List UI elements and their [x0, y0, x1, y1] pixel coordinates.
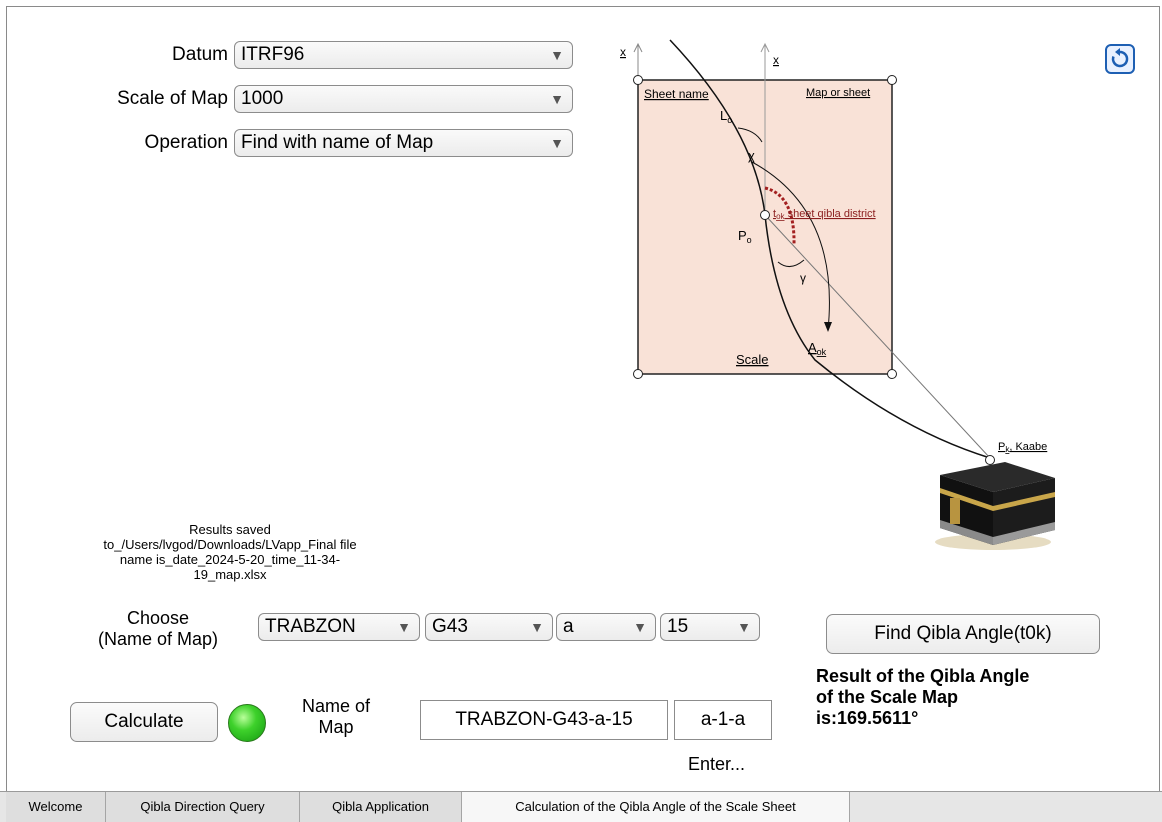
- pk-label: Pk, Kaabe: [998, 441, 1047, 454]
- chevron-down-icon: ▼: [550, 47, 564, 63]
- chevron-down-icon: ▼: [550, 135, 564, 151]
- choose-label: Choose (Name of Map): [97, 608, 219, 649]
- number-value: 15: [667, 616, 689, 637]
- refresh-icon: [1111, 48, 1129, 68]
- operation-select[interactable]: Find with name of Map ▼: [234, 129, 573, 157]
- tab-qibla-direction-query[interactable]: Qibla Direction Query: [106, 792, 300, 822]
- corner-marker: [633, 75, 643, 85]
- chevron-down-icon: ▼: [397, 619, 411, 635]
- chevron-down-icon: ▼: [633, 619, 647, 635]
- tab-calculation-scale-sheet[interactable]: Calculation of the Qibla Angle of the Sc…: [462, 792, 850, 822]
- operation-label: Operation: [144, 132, 228, 153]
- gamma-label: γ: [800, 271, 806, 285]
- city-value: TRABZON: [265, 616, 356, 637]
- scale-select[interactable]: 1000 ▼: [234, 85, 573, 113]
- pk-point: [985, 455, 995, 465]
- datum-label: Datum: [172, 44, 228, 65]
- tab-bar: Welcome Qibla Direction Query Qibla Appl…: [0, 791, 1162, 822]
- calculate-button[interactable]: Calculate: [70, 702, 218, 742]
- corner-marker: [887, 75, 897, 85]
- code-select[interactable]: G43 ▼: [425, 613, 553, 641]
- chi-label: χ: [748, 148, 755, 163]
- x-axis-left-label: x: [620, 45, 626, 59]
- results-saved-text: Results saved to_/Users/lvgod/Downloads/…: [103, 522, 357, 582]
- qibla-diagram: x x Sheet name Map or sheet Lo χ tok she…: [620, 39, 1055, 550]
- datum-select[interactable]: ITRF96 ▼: [234, 41, 573, 69]
- sheet-name-label: Sheet name: [644, 87, 709, 101]
- kaaba-image: [935, 462, 1055, 550]
- letter-select[interactable]: a ▼: [556, 613, 656, 641]
- enter-hint: Enter...: [688, 754, 746, 774]
- x-axis-right-label: x: [773, 53, 779, 67]
- number-select[interactable]: 15 ▼: [660, 613, 760, 641]
- tab-welcome[interactable]: Welcome: [6, 792, 106, 822]
- refresh-button[interactable]: [1105, 44, 1135, 74]
- result-text: Result of the Qibla Angle of the Scale M…: [816, 666, 1030, 728]
- status-led-indicator: [228, 704, 266, 742]
- tok-label: tok sheet qibla district: [773, 208, 876, 221]
- tab-qibla-application[interactable]: Qibla Application: [300, 792, 462, 822]
- letter-value: a: [563, 616, 574, 637]
- code-value: G43: [432, 616, 468, 637]
- map-or-sheet-label: Map or sheet: [806, 87, 870, 99]
- scale-label: Scale of Map: [117, 88, 228, 109]
- chevron-down-icon: ▼: [737, 619, 751, 635]
- scale-value: 1000: [241, 88, 284, 109]
- chevron-down-icon: ▼: [550, 91, 564, 107]
- operation-value: Find with name of Map: [241, 132, 434, 153]
- chevron-down-icon: ▼: [530, 619, 544, 635]
- scale-label-diagram: Scale: [736, 352, 769, 367]
- corner-marker: [887, 369, 897, 379]
- corner-marker: [633, 369, 643, 379]
- city-select[interactable]: TRABZON ▼: [258, 613, 420, 641]
- name-of-map-label: Name of Map: [301, 696, 371, 737]
- find-qibla-angle-button[interactable]: Find Qibla Angle(t0k): [826, 614, 1100, 654]
- name-of-map-field[interactable]: TRABZON-G43-a-15: [420, 700, 668, 740]
- datum-value: ITRF96: [241, 44, 305, 65]
- sub-sheet-field[interactable]: a-1-a: [674, 700, 772, 740]
- po-point: [760, 210, 770, 220]
